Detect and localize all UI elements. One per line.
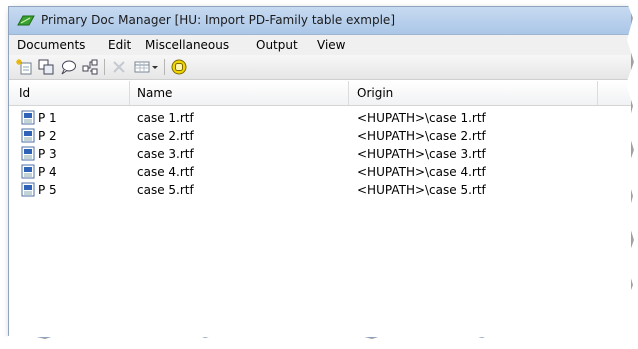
toolbar-separator xyxy=(164,59,165,75)
row-name: case 2.rtf xyxy=(137,129,194,143)
table-row[interactable]: P 4 case 4.rtf <HUPATH>\case 4.rtf xyxy=(9,163,631,181)
menu-bar: Documents Edit Miscellaneous Output View xyxy=(9,35,631,55)
menu-edit[interactable]: Edit xyxy=(108,38,131,52)
row-origin: <HUPATH>\case 5.rtf xyxy=(357,183,486,197)
row-id: P 1 xyxy=(38,111,57,125)
row-name: case 4.rtf xyxy=(137,165,194,179)
new-document-icon[interactable] xyxy=(15,58,33,76)
column-header-id[interactable]: Id xyxy=(19,86,30,100)
row-origin: <HUPATH>\case 3.rtf xyxy=(357,147,486,161)
menu-miscellaneous[interactable]: Miscellaneous xyxy=(145,38,229,52)
row-id: P 4 xyxy=(38,165,57,179)
table-row[interactable]: P 5 case 5.rtf <HUPATH>\case 5.rtf xyxy=(9,181,631,199)
row-id: P 5 xyxy=(38,183,57,197)
row-id: P 3 xyxy=(38,147,57,161)
column-divider[interactable] xyxy=(129,81,130,105)
title-bar[interactable]: Primary Doc Manager [HU: Import PD-Famil… xyxy=(9,7,631,35)
highlight-ring-icon[interactable] xyxy=(170,58,188,76)
column-divider[interactable] xyxy=(597,81,598,105)
window-title: Primary Doc Manager [HU: Import PD-Famil… xyxy=(41,13,395,27)
row-origin: <HUPATH>\case 1.rtf xyxy=(357,111,486,125)
table-row[interactable]: P 3 case 3.rtf <HUPATH>\case 3.rtf xyxy=(9,145,631,163)
table-row[interactable]: P 2 case 2.rtf <HUPATH>\case 2.rtf xyxy=(9,127,631,145)
menu-output[interactable]: Output xyxy=(256,38,298,52)
row-id: P 2 xyxy=(38,129,57,143)
row-name: case 3.rtf xyxy=(137,147,194,161)
table-header: Id Name Origin xyxy=(9,81,631,106)
rtf-document-icon xyxy=(21,164,35,179)
comment-icon[interactable] xyxy=(59,58,77,76)
dropdown-arrow-icon[interactable] xyxy=(150,58,160,76)
rtf-document-icon xyxy=(21,182,35,197)
rtf-document-icon xyxy=(21,110,35,125)
menu-view[interactable]: View xyxy=(317,38,345,52)
row-name: case 1.rtf xyxy=(137,111,194,125)
row-origin: <HUPATH>\case 4.rtf xyxy=(357,165,486,179)
column-divider[interactable] xyxy=(348,81,349,105)
column-header-origin[interactable]: Origin xyxy=(357,86,393,100)
pen-app-icon xyxy=(17,15,35,26)
document-table: Id Name Origin P 1 case 1.rtf <HUPATH>\c… xyxy=(9,81,631,337)
column-header-name[interactable]: Name xyxy=(137,86,172,100)
tree-icon[interactable] xyxy=(81,58,99,76)
row-origin: <HUPATH>\case 2.rtf xyxy=(357,129,486,143)
table-view-icon[interactable] xyxy=(133,58,151,76)
rtf-document-icon xyxy=(21,128,35,143)
row-name: case 5.rtf xyxy=(137,183,194,197)
delete-icon[interactable] xyxy=(110,58,128,76)
menu-documents[interactable]: Documents xyxy=(17,38,85,52)
copy-icon[interactable] xyxy=(37,58,55,76)
toolbar-separator xyxy=(104,59,105,75)
rtf-document-icon xyxy=(21,146,35,161)
table-row[interactable]: P 1 case 1.rtf <HUPATH>\case 1.rtf xyxy=(9,109,631,127)
primary-doc-manager-window: Primary Doc Manager [HU: Import PD-Famil… xyxy=(8,6,632,338)
toolbar xyxy=(9,55,631,80)
